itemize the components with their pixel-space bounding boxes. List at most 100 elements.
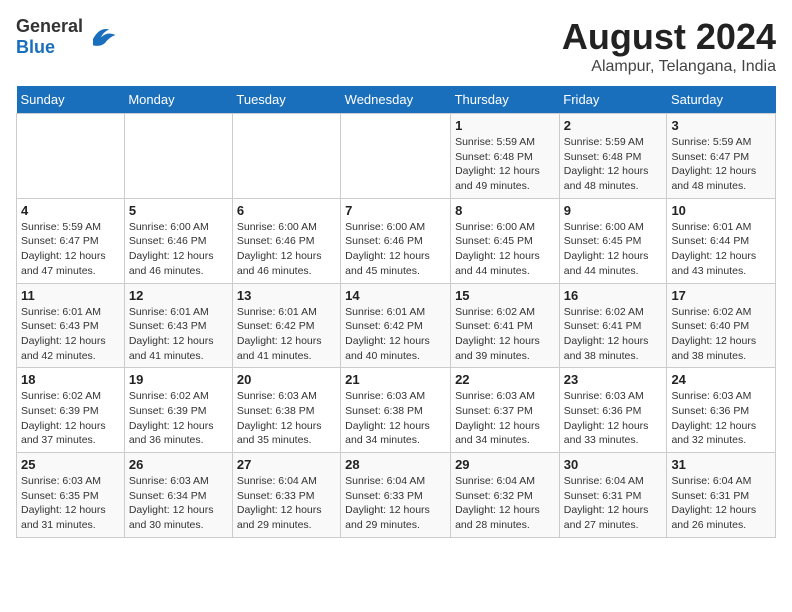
day-number: 21 xyxy=(345,372,446,387)
calendar-cell: 27 Sunrise: 6:04 AM Sunset: 6:33 PM Dayli… xyxy=(232,453,340,538)
day-info: Sunrise: 6:03 AM Sunset: 6:36 PM Dayligh… xyxy=(564,389,663,448)
weekday-header-wednesday: Wednesday xyxy=(341,86,451,114)
calendar-cell: 21 Sunrise: 6:03 AM Sunset: 6:38 PM Dayli… xyxy=(341,368,451,453)
calendar-cell: 20 Sunrise: 6:03 AM Sunset: 6:38 PM Dayli… xyxy=(232,368,340,453)
day-info: Sunrise: 6:02 AM Sunset: 6:39 PM Dayligh… xyxy=(21,389,120,448)
day-info: Sunrise: 6:03 AM Sunset: 6:36 PM Dayligh… xyxy=(671,389,771,448)
day-info: Sunrise: 6:00 AM Sunset: 6:46 PM Dayligh… xyxy=(345,220,446,279)
calendar-body: 1 Sunrise: 5:59 AM Sunset: 6:48 PM Daylig… xyxy=(17,114,776,538)
calendar-cell: 18 Sunrise: 6:02 AM Sunset: 6:39 PM Dayli… xyxy=(17,368,125,453)
day-number: 1 xyxy=(455,118,555,133)
day-number: 3 xyxy=(671,118,771,133)
day-number: 20 xyxy=(237,372,336,387)
calendar-cell: 2Sunrise: 5:59 AM Sunset: 6:48 PM Daylig… xyxy=(559,114,667,199)
day-number: 28 xyxy=(345,457,446,472)
calendar-cell: 15 Sunrise: 6:02 AM Sunset: 6:41 PM Dayli… xyxy=(451,283,560,368)
calendar-cell: 14 Sunrise: 6:01 AM Sunset: 6:42 PM Dayli… xyxy=(341,283,451,368)
calendar-cell: 9Sunrise: 6:00 AM Sunset: 6:45 PM Daylig… xyxy=(559,198,667,283)
logo-general-text: General xyxy=(16,16,83,36)
day-info: Sunrise: 6:03 AM Sunset: 6:35 PM Dayligh… xyxy=(21,474,120,533)
logo-bird-icon xyxy=(85,23,117,51)
weekday-header-friday: Friday xyxy=(559,86,667,114)
day-info: Sunrise: 6:03 AM Sunset: 6:37 PM Dayligh… xyxy=(455,389,555,448)
day-info: Sunrise: 6:03 AM Sunset: 6:34 PM Dayligh… xyxy=(129,474,228,533)
calendar-cell: 24 Sunrise: 6:03 AM Sunset: 6:36 PM Dayli… xyxy=(667,368,776,453)
calendar-cell: 23 Sunrise: 6:03 AM Sunset: 6:36 PM Dayli… xyxy=(559,368,667,453)
page-header: General Blue August 2024 Alampur, Telang… xyxy=(16,16,776,76)
day-number: 30 xyxy=(564,457,663,472)
day-info: Sunrise: 6:01 AM Sunset: 6:43 PM Dayligh… xyxy=(21,305,120,364)
logo-general: General Blue xyxy=(16,16,83,58)
weekday-header-tuesday: Tuesday xyxy=(232,86,340,114)
day-info: Sunrise: 6:00 AM Sunset: 6:46 PM Dayligh… xyxy=(237,220,336,279)
calendar-cell: 11Sunrise: 6:01 AM Sunset: 6:43 PM Dayli… xyxy=(17,283,125,368)
day-number: 25 xyxy=(21,457,120,472)
calendar-cell: 22 Sunrise: 6:03 AM Sunset: 6:37 PM Dayli… xyxy=(451,368,560,453)
weekday-header-sunday: Sunday xyxy=(17,86,125,114)
calendar-cell: 31 Sunrise: 6:04 AM Sunset: 6:31 PM Dayli… xyxy=(667,453,776,538)
calendar-cell: 8Sunrise: 6:00 AM Sunset: 6:45 PM Daylig… xyxy=(451,198,560,283)
day-info: Sunrise: 6:02 AM Sunset: 6:41 PM Dayligh… xyxy=(564,305,663,364)
day-info: Sunrise: 6:04 AM Sunset: 6:33 PM Dayligh… xyxy=(237,474,336,533)
day-number: 13 xyxy=(237,288,336,303)
calendar-cell: 25 Sunrise: 6:03 AM Sunset: 6:35 PM Dayli… xyxy=(17,453,125,538)
day-number: 17 xyxy=(671,288,771,303)
calendar-cell: 6 Sunrise: 6:00 AM Sunset: 6:46 PM Daylig… xyxy=(232,198,340,283)
calendar-cell: 17 Sunrise: 6:02 AM Sunset: 6:40 PM Dayli… xyxy=(667,283,776,368)
calendar-cell: 5Sunrise: 6:00 AM Sunset: 6:46 PM Daylig… xyxy=(124,198,232,283)
calendar-cell: 16Sunrise: 6:02 AM Sunset: 6:41 PM Dayli… xyxy=(559,283,667,368)
day-info: Sunrise: 6:02 AM Sunset: 6:41 PM Dayligh… xyxy=(455,305,555,364)
calendar-cell: 1 Sunrise: 5:59 AM Sunset: 6:48 PM Daylig… xyxy=(451,114,560,199)
calendar-cell: 28 Sunrise: 6:04 AM Sunset: 6:33 PM Dayli… xyxy=(341,453,451,538)
day-number: 27 xyxy=(237,457,336,472)
weekday-header-thursday: Thursday xyxy=(451,86,560,114)
day-number: 7 xyxy=(345,203,446,218)
calendar-cell xyxy=(232,114,340,199)
calendar-week-5: 25 Sunrise: 6:03 AM Sunset: 6:35 PM Dayli… xyxy=(17,453,776,538)
weekday-row: SundayMondayTuesdayWednesdayThursdayFrid… xyxy=(17,86,776,114)
calendar-cell: 7 Sunrise: 6:00 AM Sunset: 6:46 PM Daylig… xyxy=(341,198,451,283)
calendar-cell xyxy=(17,114,125,199)
calendar-cell: 19Sunrise: 6:02 AM Sunset: 6:39 PM Dayli… xyxy=(124,368,232,453)
day-number: 26 xyxy=(129,457,228,472)
title-area: August 2024 Alampur, Telangana, India xyxy=(562,16,776,76)
day-info: Sunrise: 6:00 AM Sunset: 6:45 PM Dayligh… xyxy=(564,220,663,279)
day-info: Sunrise: 5:59 AM Sunset: 6:47 PM Dayligh… xyxy=(21,220,120,279)
day-number: 6 xyxy=(237,203,336,218)
day-number: 14 xyxy=(345,288,446,303)
calendar-cell: 30 Sunrise: 6:04 AM Sunset: 6:31 PM Dayli… xyxy=(559,453,667,538)
day-info: Sunrise: 6:03 AM Sunset: 6:38 PM Dayligh… xyxy=(345,389,446,448)
calendar-cell: 12Sunrise: 6:01 AM Sunset: 6:43 PM Dayli… xyxy=(124,283,232,368)
calendar-header: SundayMondayTuesdayWednesdayThursdayFrid… xyxy=(17,86,776,114)
calendar-cell: 10 Sunrise: 6:01 AM Sunset: 6:44 PM Dayli… xyxy=(667,198,776,283)
day-number: 31 xyxy=(671,457,771,472)
calendar-table: SundayMondayTuesdayWednesdayThursdayFrid… xyxy=(16,86,776,538)
day-info: Sunrise: 6:04 AM Sunset: 6:31 PM Dayligh… xyxy=(671,474,771,533)
day-number: 18 xyxy=(21,372,120,387)
day-number: 10 xyxy=(671,203,771,218)
day-number: 23 xyxy=(564,372,663,387)
day-info: Sunrise: 6:04 AM Sunset: 6:33 PM Dayligh… xyxy=(345,474,446,533)
day-number: 24 xyxy=(671,372,771,387)
day-number: 15 xyxy=(455,288,555,303)
day-number: 29 xyxy=(455,457,555,472)
day-info: Sunrise: 6:02 AM Sunset: 6:40 PM Dayligh… xyxy=(671,305,771,364)
day-info: Sunrise: 6:01 AM Sunset: 6:44 PM Dayligh… xyxy=(671,220,771,279)
location: Alampur, Telangana, India xyxy=(562,58,776,76)
day-info: Sunrise: 6:04 AM Sunset: 6:32 PM Dayligh… xyxy=(455,474,555,533)
day-info: Sunrise: 5:59 AM Sunset: 6:48 PM Dayligh… xyxy=(455,135,555,194)
day-number: 19 xyxy=(129,372,228,387)
day-info: Sunrise: 6:01 AM Sunset: 6:42 PM Dayligh… xyxy=(237,305,336,364)
day-number: 22 xyxy=(455,372,555,387)
calendar-cell: 29 Sunrise: 6:04 AM Sunset: 6:32 PM Dayli… xyxy=(451,453,560,538)
calendar-cell: 26 Sunrise: 6:03 AM Sunset: 6:34 PM Dayli… xyxy=(124,453,232,538)
day-info: Sunrise: 6:04 AM Sunset: 6:31 PM Dayligh… xyxy=(564,474,663,533)
day-info: Sunrise: 5:59 AM Sunset: 6:47 PM Dayligh… xyxy=(671,135,771,194)
calendar-week-3: 11Sunrise: 6:01 AM Sunset: 6:43 PM Dayli… xyxy=(17,283,776,368)
weekday-header-saturday: Saturday xyxy=(667,86,776,114)
calendar-cell xyxy=(124,114,232,199)
day-info: Sunrise: 6:01 AM Sunset: 6:42 PM Dayligh… xyxy=(345,305,446,364)
day-info: Sunrise: 6:00 AM Sunset: 6:45 PM Dayligh… xyxy=(455,220,555,279)
day-info: Sunrise: 6:03 AM Sunset: 6:38 PM Dayligh… xyxy=(237,389,336,448)
day-number: 2 xyxy=(564,118,663,133)
